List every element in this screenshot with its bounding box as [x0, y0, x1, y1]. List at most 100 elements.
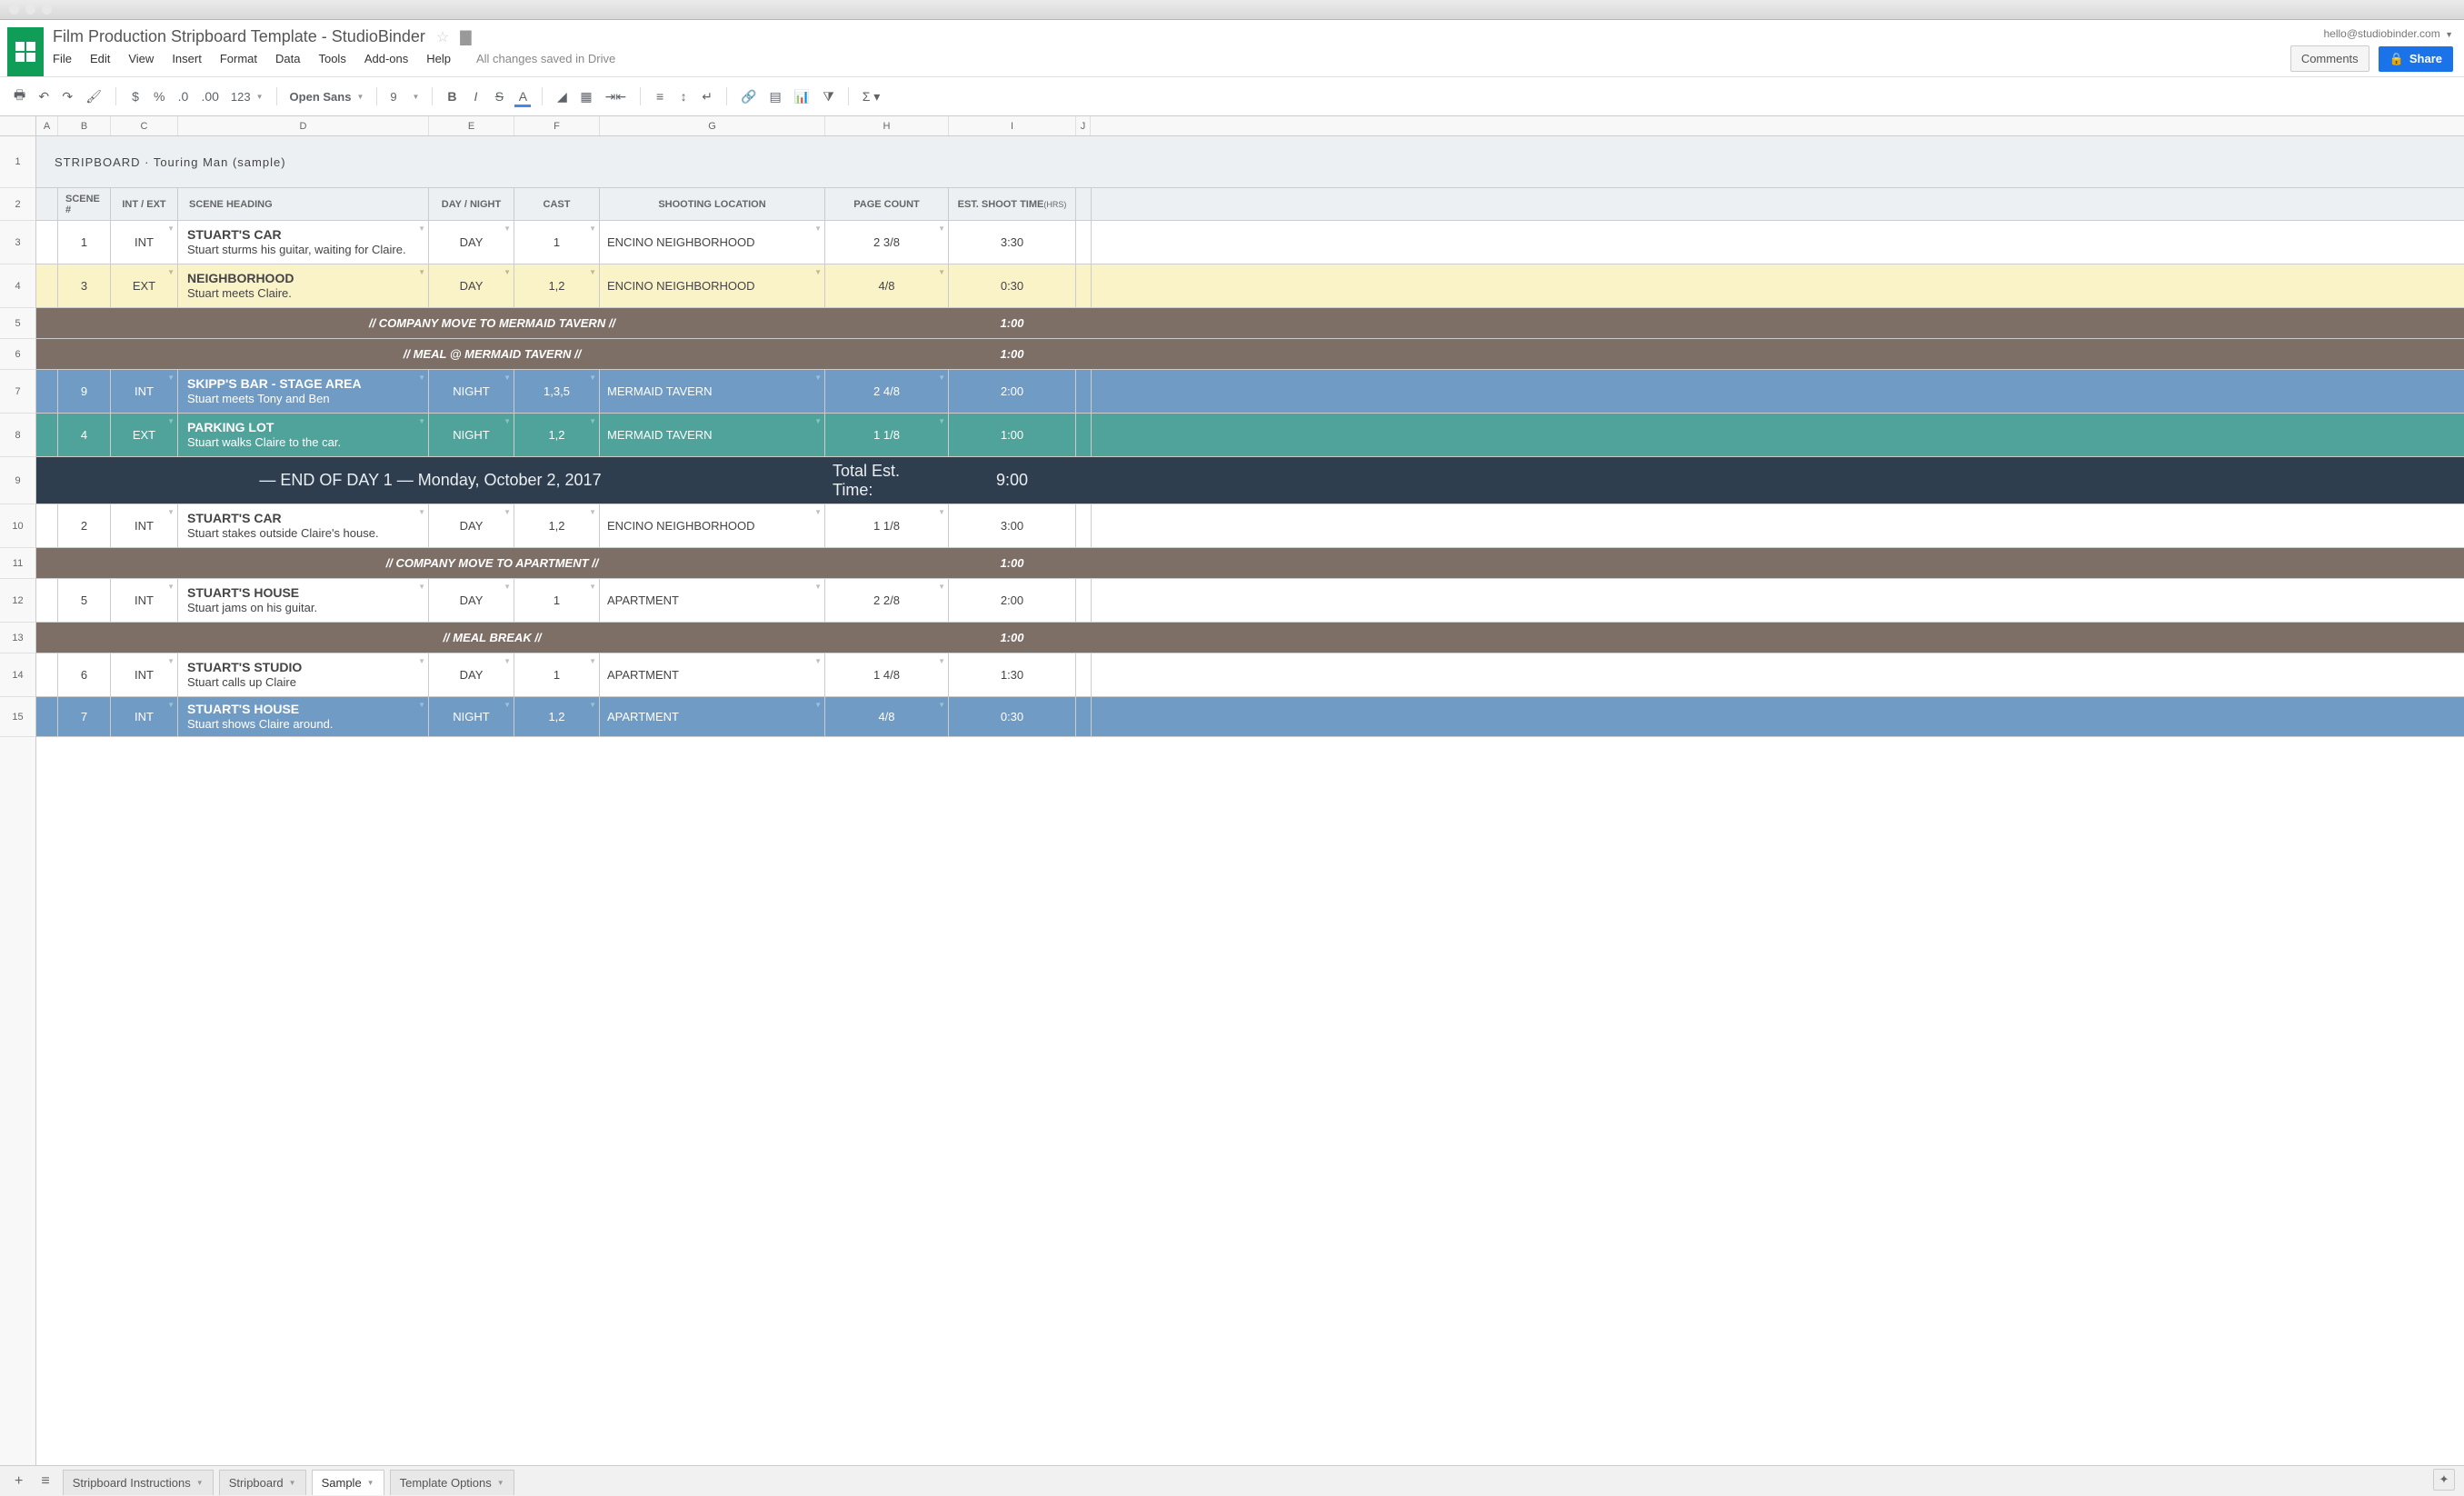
menu-help[interactable]: Help	[426, 52, 451, 65]
scene-heading-cell[interactable]: STUART'S CARStuart sturms his guitar, wa…	[178, 221, 429, 264]
est-time[interactable]: 0:30	[949, 264, 1076, 307]
banner-text[interactable]: // MEAL @ MERMAID TAVERN //	[36, 339, 949, 369]
sheet-tab[interactable]: Template Options▼	[390, 1470, 514, 1495]
format-percent-button[interactable]: %	[149, 85, 169, 107]
dropdown-arrow-icon[interactable]: ▼	[167, 701, 175, 709]
dropdown-arrow-icon[interactable]: ▼	[418, 701, 425, 709]
dropdown-arrow-icon[interactable]: ▼	[589, 508, 596, 516]
cast[interactable]: 1▼	[514, 221, 600, 264]
select-all-corner[interactable]	[0, 116, 36, 136]
cast[interactable]: 1,3,5▼	[514, 370, 600, 413]
int-ext[interactable]: EXT▼	[111, 414, 178, 456]
traffic-light-max[interactable]	[42, 5, 52, 15]
column-header-B[interactable]: B	[58, 116, 111, 135]
star-icon[interactable]: ☆	[436, 28, 449, 46]
scene-number[interactable]: 9	[58, 370, 111, 413]
page-count[interactable]: 4/8▼	[825, 697, 949, 736]
functions-icon[interactable]: Σ ▾	[858, 85, 885, 108]
dropdown-arrow-icon[interactable]: ▼	[504, 224, 511, 233]
scene-heading-cell[interactable]: STUART'S STUDIOStuart calls up Claire▼	[178, 653, 429, 696]
borders-icon[interactable]: ▦	[575, 85, 596, 108]
banner-text[interactable]: // MEAL BREAK //	[36, 623, 949, 653]
row-header-15[interactable]: 15	[0, 697, 35, 737]
sheet-title[interactable]: STRIPBOARD · Touring Man (sample)	[47, 155, 1102, 169]
chevron-down-icon[interactable]: ▼	[367, 1479, 374, 1487]
day-night[interactable]: NIGHT▼	[429, 370, 514, 413]
dropdown-arrow-icon[interactable]: ▼	[167, 417, 175, 425]
dropdown-arrow-icon[interactable]: ▼	[418, 583, 425, 591]
row-header-8[interactable]: 8	[0, 414, 35, 457]
account-email[interactable]: hello@studiobinder.com ▼	[2323, 27, 2453, 40]
menu-data[interactable]: Data	[275, 52, 300, 65]
dropdown-arrow-icon[interactable]: ▼	[589, 224, 596, 233]
scene-number[interactable]: 2	[58, 504, 111, 547]
sheet-tab[interactable]: Stripboard▼	[219, 1470, 306, 1495]
header-est-shoot-time[interactable]: EST. SHOOT TIME (HRS)	[949, 188, 1076, 220]
dropdown-arrow-icon[interactable]: ▼	[504, 508, 511, 516]
banner-text[interactable]: // COMPANY MOVE TO APARTMENT //	[36, 548, 949, 578]
cast[interactable]: 1▼	[514, 579, 600, 622]
cell[interactable]	[36, 414, 58, 456]
int-ext[interactable]: INT▼	[111, 653, 178, 696]
h-align-icon[interactable]: ≡	[650, 85, 670, 107]
cell[interactable]	[1076, 653, 1092, 696]
format-currency-button[interactable]: $	[125, 85, 145, 107]
scene-number[interactable]: 1	[58, 221, 111, 264]
chevron-down-icon[interactable]: ▼	[196, 1479, 204, 1487]
row-header-11[interactable]: 11	[0, 548, 35, 579]
dropdown-arrow-icon[interactable]: ▼	[938, 417, 945, 425]
dropdown-arrow-icon[interactable]: ▼	[814, 224, 822, 233]
row-header-13[interactable]: 13	[0, 623, 35, 653]
cell[interactable]	[1076, 188, 1092, 220]
paint-format-icon[interactable]: 🖌	[81, 85, 106, 108]
dropdown-arrow-icon[interactable]: ▼	[589, 701, 596, 709]
menu-file[interactable]: File	[53, 52, 72, 65]
insert-comment-icon[interactable]: ▤	[765, 85, 786, 108]
scene-number[interactable]: 4	[58, 414, 111, 456]
dropdown-arrow-icon[interactable]: ▼	[167, 374, 175, 382]
cell[interactable]	[36, 579, 58, 622]
int-ext[interactable]: INT▼	[111, 579, 178, 622]
dropdown-arrow-icon[interactable]: ▼	[167, 583, 175, 591]
menu-format[interactable]: Format	[220, 52, 257, 65]
dropdown-arrow-icon[interactable]: ▼	[814, 701, 822, 709]
header-day-night[interactable]: DAY / NIGHT	[429, 188, 514, 220]
text-wrap-icon[interactable]: ↵	[697, 85, 717, 108]
row-header-12[interactable]: 12	[0, 579, 35, 623]
cell[interactable]	[1076, 457, 1092, 504]
merge-cells-icon[interactable]: ⇥⇤	[601, 85, 631, 108]
total-est-label[interactable]: Total Est. Time:	[825, 457, 949, 504]
menu-insert[interactable]: Insert	[172, 52, 202, 65]
cast[interactable]: 1,2▼	[514, 264, 600, 307]
scene-heading-cell[interactable]: SKIPP'S BAR - STAGE AREAStuart meets Ton…	[178, 370, 429, 413]
est-time[interactable]: 3:00	[949, 504, 1076, 547]
shooting-location[interactable]: ENCINO NEIGHBORHOOD▼	[600, 504, 825, 547]
scene-number[interactable]: 6	[58, 653, 111, 696]
menu-edit[interactable]: Edit	[90, 52, 110, 65]
strikethrough-button[interactable]: S	[489, 85, 509, 107]
est-time[interactable]: 2:00	[949, 370, 1076, 413]
column-header-H[interactable]: H	[825, 116, 949, 135]
est-time[interactable]: 3:30	[949, 221, 1076, 264]
dropdown-arrow-icon[interactable]: ▼	[504, 701, 511, 709]
est-time[interactable]: 2:00	[949, 579, 1076, 622]
filter-icon[interactable]: ⧩	[818, 85, 839, 108]
scene-heading-cell[interactable]: STUART'S CARStuart stakes outside Claire…	[178, 504, 429, 547]
decrease-decimal-button[interactable]: .0	[173, 85, 193, 107]
share-button[interactable]: 🔒Share	[2379, 46, 2453, 72]
column-header-I[interactable]: I	[949, 116, 1076, 135]
row-header-9[interactable]: 9	[0, 457, 35, 504]
dropdown-arrow-icon[interactable]: ▼	[814, 374, 822, 382]
menu-add-ons[interactable]: Add-ons	[364, 52, 408, 65]
dropdown-arrow-icon[interactable]: ▼	[418, 657, 425, 665]
row-header-1[interactable]: 1	[0, 136, 35, 188]
dropdown-arrow-icon[interactable]: ▼	[167, 224, 175, 233]
fill-color-icon[interactable]: ◢	[552, 85, 572, 108]
banner-time[interactable]: 1:00	[949, 339, 1076, 369]
dropdown-arrow-icon[interactable]: ▼	[814, 657, 822, 665]
column-header-G[interactable]: G	[600, 116, 825, 135]
font-size-select[interactable]: 9▼	[386, 88, 423, 105]
dropdown-arrow-icon[interactable]: ▼	[938, 374, 945, 382]
column-header-F[interactable]: F	[514, 116, 600, 135]
column-header-D[interactable]: D	[178, 116, 429, 135]
